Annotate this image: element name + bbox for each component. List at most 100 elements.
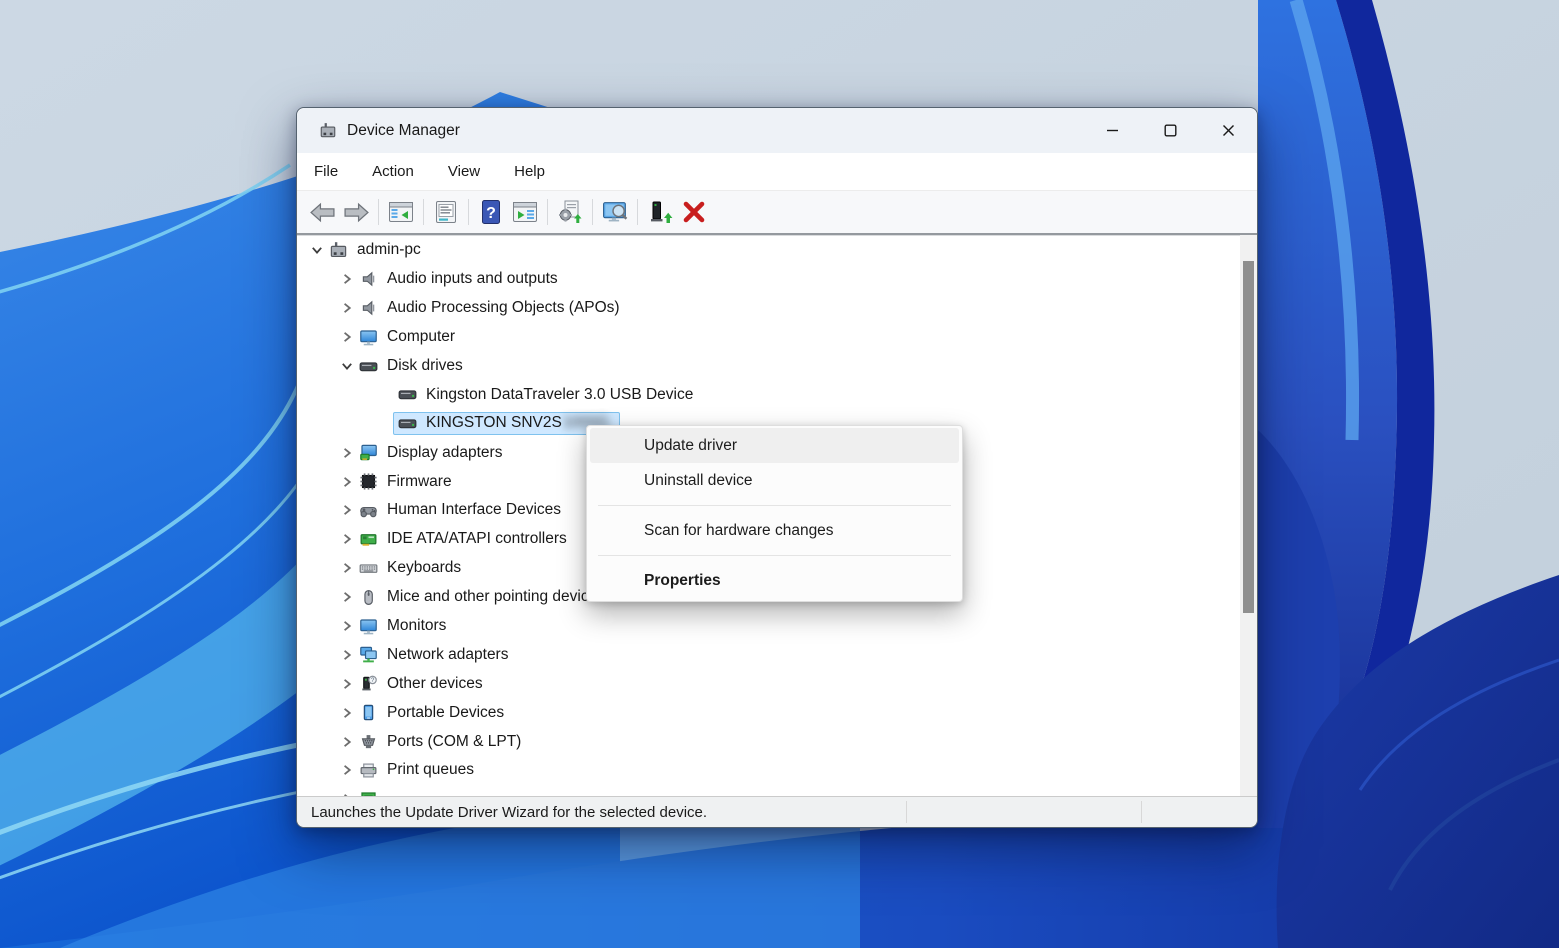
tree-row-portable-devices[interactable]: Portable Devices bbox=[297, 698, 1240, 727]
tree-row-print-queues[interactable]: Print queues bbox=[297, 756, 1240, 785]
forward-button[interactable] bbox=[339, 196, 373, 228]
maximize-button[interactable] bbox=[1141, 108, 1199, 153]
chevron-right-icon[interactable] bbox=[336, 789, 358, 796]
gear-update-icon bbox=[557, 199, 583, 225]
unknown-device-icon bbox=[358, 675, 379, 693]
chevron-right-icon[interactable] bbox=[336, 327, 358, 347]
tree-row-computer[interactable]: Computer bbox=[297, 323, 1240, 352]
chevron-right-icon[interactable] bbox=[336, 616, 358, 636]
statusbar-divider bbox=[1141, 801, 1142, 823]
vertical-scrollbar[interactable] bbox=[1240, 235, 1257, 796]
chevron-right-icon[interactable] bbox=[336, 703, 358, 723]
tree-row-ports[interactable]: Ports (COM & LPT) bbox=[297, 727, 1240, 756]
tree-row-kingston-datatraveler[interactable]: Kingston DataTraveler 3.0 USB Device bbox=[297, 380, 1240, 409]
update-driver-button[interactable] bbox=[643, 196, 677, 228]
red-x-icon bbox=[681, 199, 707, 225]
update-driver-software-button[interactable] bbox=[553, 196, 587, 228]
tree-item-label: IDE ATA/ATAPI controllers bbox=[387, 530, 567, 548]
context-menu-separator bbox=[598, 555, 951, 556]
chevron-right-icon[interactable] bbox=[336, 472, 358, 492]
chevron-right-icon[interactable] bbox=[336, 760, 358, 780]
device-manager-app-icon bbox=[319, 122, 337, 140]
context-menu-properties[interactable]: Properties bbox=[590, 563, 959, 598]
tree-item-label: Human Interface Devices bbox=[387, 501, 561, 519]
chevron-right-icon[interactable] bbox=[336, 645, 358, 665]
tree-item-label: Portable Devices bbox=[387, 704, 504, 722]
chevron-right-icon[interactable] bbox=[336, 443, 358, 463]
chevron-right-icon[interactable] bbox=[336, 732, 358, 752]
show-hide-console-tree-button[interactable] bbox=[384, 196, 418, 228]
action-pane-icon bbox=[512, 199, 538, 225]
tree-row-other-devices[interactable]: Other devices bbox=[297, 669, 1240, 698]
tree-row-audio-inputs[interactable]: Audio inputs and outputs bbox=[297, 265, 1240, 294]
toolbar-separator bbox=[592, 199, 593, 225]
action-pane-button[interactable] bbox=[508, 196, 542, 228]
chevron-right-icon[interactable] bbox=[336, 500, 358, 520]
tree-row-monitors[interactable]: Monitors bbox=[297, 612, 1240, 641]
monitor-icon bbox=[358, 617, 379, 635]
pc-icon bbox=[328, 241, 349, 259]
tree-item-label: Firmware bbox=[387, 473, 452, 491]
portable-device-icon bbox=[358, 704, 379, 722]
help-button[interactable] bbox=[474, 196, 508, 228]
firmware-chip-icon bbox=[358, 473, 379, 491]
back-button[interactable] bbox=[305, 196, 339, 228]
console-tree-icon bbox=[388, 199, 414, 225]
printer-icon bbox=[358, 761, 379, 779]
tree-row-network-adapters[interactable]: Network adapters bbox=[297, 640, 1240, 669]
ports-icon bbox=[358, 733, 379, 751]
scan-hardware-changes-button[interactable] bbox=[598, 196, 632, 228]
status-text: Launches the Update Driver Wizard for th… bbox=[311, 804, 707, 821]
close-icon bbox=[1222, 124, 1235, 137]
network-adapter-icon bbox=[358, 646, 379, 664]
chevron-right-icon[interactable] bbox=[336, 298, 358, 318]
tree-item-label: Monitors bbox=[387, 617, 446, 635]
chevron-right-icon[interactable] bbox=[336, 558, 358, 578]
tree-item-label: Ports (COM & LPT) bbox=[387, 733, 521, 751]
device-update-icon bbox=[647, 199, 673, 225]
uninstall-button[interactable] bbox=[677, 196, 711, 228]
scan-monitor-icon bbox=[602, 199, 629, 226]
speaker-icon bbox=[358, 299, 379, 317]
properties-button[interactable] bbox=[429, 196, 463, 228]
tree-row-disk-drives[interactable]: Disk drives bbox=[297, 352, 1240, 381]
speaker-icon bbox=[358, 270, 379, 288]
toolbar-separator bbox=[637, 199, 638, 225]
tree-item-label: Kingston DataTraveler 3.0 USB Device bbox=[426, 386, 693, 404]
menu-view[interactable]: View bbox=[431, 153, 497, 190]
context-menu-separator bbox=[598, 505, 951, 506]
minimize-button[interactable] bbox=[1083, 108, 1141, 153]
scrollbar-thumb[interactable] bbox=[1243, 261, 1254, 613]
hid-icon bbox=[358, 501, 379, 519]
statusbar-divider bbox=[906, 801, 907, 823]
chevron-right-icon[interactable] bbox=[336, 529, 358, 549]
tree-item-label: admin-pc bbox=[357, 241, 421, 259]
tree-item-label: Computer bbox=[387, 328, 455, 346]
chevron-right-icon[interactable] bbox=[336, 587, 358, 607]
menu-action[interactable]: Action bbox=[355, 153, 431, 190]
context-menu: Update driver Uninstall device Scan for … bbox=[586, 425, 963, 602]
chevron-right-icon[interactable] bbox=[336, 674, 358, 694]
context-menu-uninstall-device[interactable]: Uninstall device bbox=[590, 463, 959, 498]
chevron-down-icon[interactable] bbox=[336, 356, 358, 376]
display-adapter-icon bbox=[358, 444, 379, 462]
tree-item-label: Network adapters bbox=[387, 646, 508, 664]
disk-icon bbox=[358, 357, 379, 375]
tree-row-clipped[interactable] bbox=[297, 785, 1240, 796]
menu-help[interactable]: Help bbox=[497, 153, 562, 190]
status-bar: Launches the Update Driver Wizard for th… bbox=[297, 796, 1257, 827]
chevron-down-icon[interactable] bbox=[306, 240, 328, 260]
context-menu-update-driver[interactable]: Update driver bbox=[590, 428, 959, 463]
titlebar[interactable]: Device Manager bbox=[297, 108, 1257, 153]
keyboard-icon bbox=[358, 559, 379, 577]
context-menu-scan-hardware-changes[interactable]: Scan for hardware changes bbox=[590, 513, 959, 548]
minimize-icon bbox=[1106, 124, 1119, 137]
tree-row-admin-pc[interactable]: admin-pc bbox=[297, 236, 1240, 265]
maximize-icon bbox=[1164, 124, 1177, 137]
chevron-right-icon[interactable] bbox=[336, 269, 358, 289]
close-button[interactable] bbox=[1199, 108, 1257, 153]
disk-icon bbox=[397, 386, 418, 404]
tree-row-audio-processing-objects[interactable]: Audio Processing Objects (APOs) bbox=[297, 294, 1240, 323]
toolbar bbox=[297, 191, 1257, 233]
menu-file[interactable]: File bbox=[297, 153, 355, 190]
